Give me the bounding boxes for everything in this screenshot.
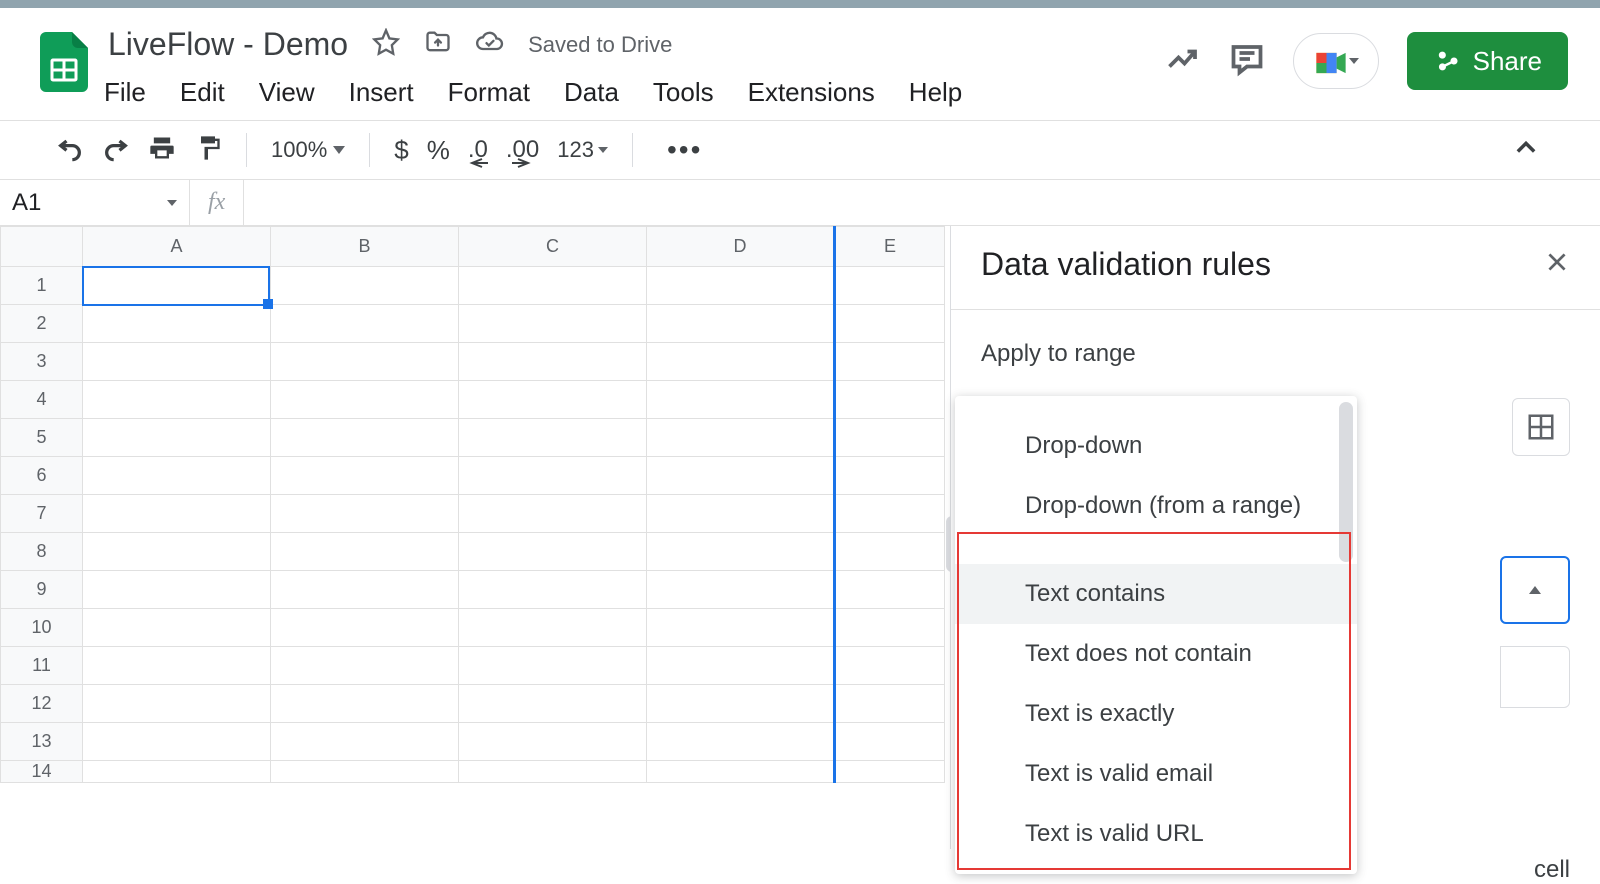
row-header[interactable]: 2 [1,305,83,343]
row-header[interactable]: 6 [1,457,83,495]
save-status: Saved to Drive [528,32,672,58]
row-header[interactable]: 3 [1,343,83,381]
collapse-toolbar-icon[interactable] [1512,134,1540,167]
scrollbar-thumb[interactable] [1339,402,1353,562]
chevron-down-icon [167,200,177,206]
spreadsheet-grid[interactable]: A B C D E 1 2 3 4 5 6 7 8 9 10 11 12 13 … [0,226,950,849]
chevron-down-icon [1349,58,1359,64]
row-header[interactable]: 11 [1,647,83,685]
column-header[interactable]: C [459,227,647,267]
row-header[interactable]: 4 [1,381,83,419]
scrollbar-thumb[interactable] [946,516,950,572]
menu-format[interactable]: Format [448,77,530,108]
menu-file[interactable]: File [104,77,146,108]
chevron-down-icon [598,147,608,153]
criteria-option[interactable]: Text contains [955,564,1357,624]
column-header[interactable]: A [83,227,271,267]
share-label: Share [1473,46,1542,77]
share-button[interactable]: Share [1407,32,1568,90]
decrease-decimal-button[interactable]: .0 [468,136,488,164]
chevron-up-icon [1529,586,1541,594]
row-header[interactable]: 10 [1,609,83,647]
menu-view[interactable]: View [259,77,315,108]
number-format-dropdown[interactable]: 123 [557,137,608,163]
criteria-option[interactable]: Text is exactly [955,684,1357,744]
print-icon[interactable] [148,134,176,167]
increase-decimal-button[interactable]: .00 [506,136,539,164]
menu-extensions[interactable]: Extensions [748,77,875,108]
name-box-value: A1 [12,189,41,217]
cloud-saved-icon[interactable] [476,28,504,61]
criteria-option[interactable]: Drop-down [955,416,1357,476]
select-range-button[interactable] [1512,398,1570,456]
apply-to-range-label: Apply to range [981,340,1570,368]
panel-title: Data validation rules [981,246,1271,283]
criteria-value-input[interactable] [1500,646,1570,708]
percent-button[interactable]: % [427,135,450,166]
comments-icon[interactable] [1229,41,1265,82]
column-header[interactable]: B [271,227,459,267]
undo-icon[interactable] [56,134,84,167]
row-header[interactable]: 12 [1,685,83,723]
menu-insert[interactable]: Insert [349,77,414,108]
sheets-logo[interactable] [24,16,104,92]
currency-button[interactable]: $ [394,135,408,166]
chevron-down-icon [333,146,345,154]
menu-edit[interactable]: Edit [180,77,225,108]
criteria-option[interactable]: Drop-down (from a range) [955,476,1357,536]
option-text-fragment: cell [1534,856,1570,884]
move-icon[interactable] [424,28,452,61]
criteria-option[interactable]: Text is valid URL [955,804,1357,864]
window-top-bar [0,0,1600,8]
formula-bar: A1 fx [0,180,1600,226]
menu-data[interactable]: Data [564,77,619,108]
trend-icon[interactable] [1165,41,1201,82]
select-all-corner[interactable] [1,227,83,267]
row-header[interactable]: 9 [1,571,83,609]
name-box[interactable]: A1 [0,180,190,225]
menu-help[interactable]: Help [909,77,962,108]
meet-icon [1313,45,1345,77]
criteria-dropdown-list: Drop-down Drop-down (from a range) Text … [955,396,1357,874]
column-header[interactable]: E [835,227,945,267]
zoom-value: 100% [271,137,327,163]
app-header: LiveFlow - Demo Saved to Drive File Edit… [0,8,1600,120]
criteria-dropdown-toggle[interactable] [1500,556,1570,624]
redo-icon[interactable] [102,134,130,167]
row-header[interactable]: 8 [1,533,83,571]
star-icon[interactable] [372,28,400,61]
more-toolbar-icon[interactable]: ••• [657,134,702,166]
row-header[interactable]: 13 [1,723,83,761]
document-title[interactable]: LiveFlow - Demo [104,24,352,65]
zoom-dropdown[interactable]: 100% [271,137,345,163]
meet-button[interactable] [1293,33,1379,89]
formula-input[interactable] [244,180,1600,225]
data-validation-panel: Data validation rules Apply to range cel… [950,226,1600,849]
criteria-option[interactable]: Text does not contain [955,624,1357,684]
toolbar: 100% $ % .0 .00 123 ••• [0,120,1600,180]
menu-bar: File Edit View Insert Format Data Tools … [104,65,1165,108]
column-header[interactable]: D [647,227,835,267]
row-header[interactable]: 14 [1,761,83,783]
close-icon[interactable] [1544,249,1570,280]
row-header[interactable]: 5 [1,419,83,457]
menu-tools[interactable]: Tools [653,77,714,108]
row-header[interactable]: 1 [1,267,83,305]
fx-label: fx [190,189,243,216]
paint-format-icon[interactable] [194,134,222,167]
criteria-option[interactable]: Text is valid email [955,744,1357,804]
row-header[interactable]: 7 [1,495,83,533]
